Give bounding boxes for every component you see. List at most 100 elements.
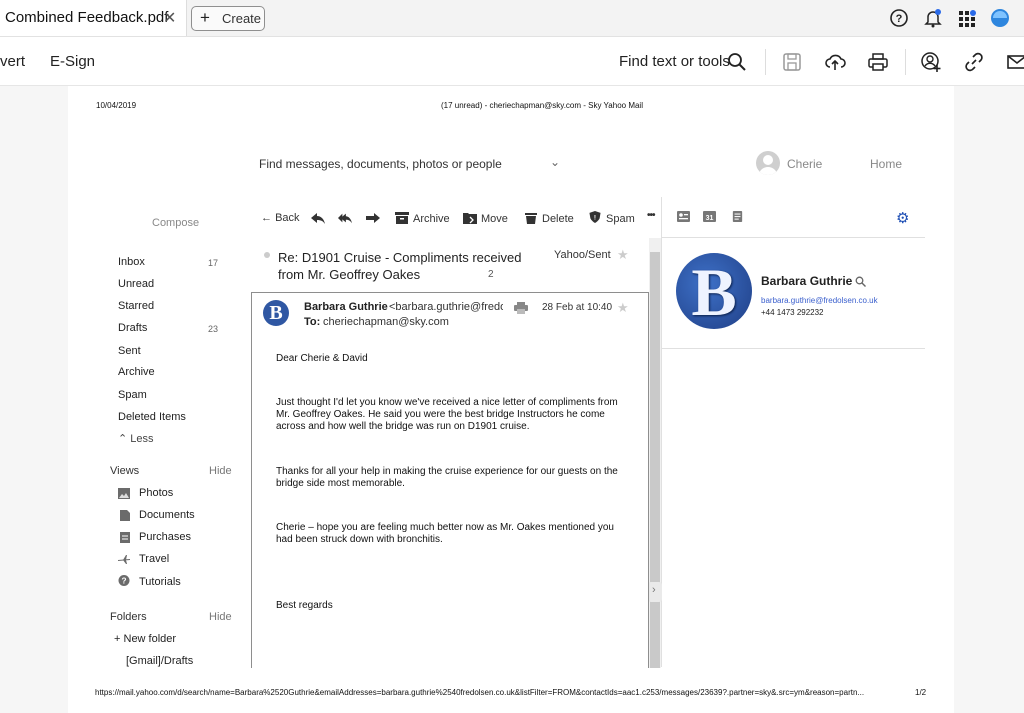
message-paragraph: Just thought I'd let you know we've rece… xyxy=(276,397,618,432)
new-folder-label: New folder xyxy=(123,633,177,645)
receipt-icon xyxy=(120,532,130,543)
close-icon[interactable]: ✕ xyxy=(163,8,176,28)
folders-hide-button[interactable]: Hide xyxy=(209,611,232,623)
toolbar-separator xyxy=(765,49,766,75)
print-message-icon[interactable] xyxy=(514,302,528,314)
nav-item-drafts[interactable]: Drafts xyxy=(118,322,147,334)
user-name[interactable]: Cherie xyxy=(787,157,822,171)
compose-button[interactable]: Compose xyxy=(152,217,199,229)
to-label: To: xyxy=(304,316,321,328)
gear-icon[interactable]: ⚙ xyxy=(896,209,909,227)
nav-item-unread[interactable]: Unread xyxy=(118,278,154,290)
back-label: Back xyxy=(275,212,300,224)
search-icon[interactable] xyxy=(726,51,748,73)
nav-item-sent[interactable]: Sent xyxy=(118,345,141,357)
person-icon xyxy=(759,155,777,175)
back-button[interactable]: ← Back xyxy=(261,212,300,224)
svg-text:31: 31 xyxy=(706,215,714,222)
more-icon[interactable]: ••• xyxy=(647,210,655,221)
nav-count-inbox: 17 xyxy=(208,258,219,268)
move-button[interactable]: Move xyxy=(481,213,508,225)
contact-email[interactable]: barbara.guthrie@fredolsen.co.uk xyxy=(761,296,878,305)
nav-item-inbox[interactable]: Inbox xyxy=(118,256,145,268)
bell-icon[interactable] xyxy=(923,8,943,28)
message-folder-label: Yahoo/Sent xyxy=(554,249,611,261)
create-button-label: Create xyxy=(222,11,262,26)
shield-icon[interactable]: ! xyxy=(588,211,602,223)
convert-tab[interactable]: vert xyxy=(0,53,25,70)
archive-button[interactable]: Archive xyxy=(413,213,450,225)
new-folder-button[interactable]: + New folder xyxy=(114,633,176,645)
sender-name[interactable]: Barbara Guthrie xyxy=(304,301,388,313)
star-icon[interactable]: ★ xyxy=(617,300,629,316)
view-item-purchases[interactable]: Purchases xyxy=(139,531,191,543)
email-icon[interactable] xyxy=(1006,51,1024,73)
view-item-documents[interactable]: Documents xyxy=(139,509,195,521)
home-link[interactable]: Home xyxy=(870,157,902,171)
arrow-left-icon: ← xyxy=(261,212,272,224)
folder-item[interactable]: [Gmail]/Drafts xyxy=(126,655,193,667)
cloud-upload-icon[interactable] xyxy=(824,51,846,73)
message-subject: Re: D1901 Cruise - Compliments received … xyxy=(278,250,522,282)
scrollbar-thumb[interactable] xyxy=(650,252,660,668)
plus-icon: + xyxy=(114,633,121,645)
chevron-down-icon[interactable]: ⌄ xyxy=(550,155,560,169)
sender-email[interactable]: <barbara.guthrie@fredolsen.co.uk> xyxy=(389,301,503,313)
contact-avatar-letter: B xyxy=(691,254,737,329)
archive-icon[interactable] xyxy=(395,212,409,224)
contact-card-icon[interactable] xyxy=(677,211,690,222)
nav-item-archive[interactable]: Archive xyxy=(118,366,155,378)
contact-avatar: B xyxy=(676,253,752,329)
views-hide-button[interactable]: Hide xyxy=(209,465,232,477)
delete-button[interactable]: Delete xyxy=(542,213,574,225)
toolbar-separator xyxy=(905,49,906,75)
nav-count-drafts: 23 xyxy=(208,324,219,334)
calendar-icon[interactable]: 31 xyxy=(703,211,716,222)
move-folder-icon[interactable] xyxy=(463,212,477,224)
less-label: Less xyxy=(130,433,154,445)
link-icon[interactable] xyxy=(963,51,985,73)
view-item-photos[interactable]: Photos xyxy=(139,487,173,499)
mail-search-input[interactable]: Find messages, documents, photos or peop… xyxy=(259,157,502,171)
message-paragraph: Cherie – hope you are feeling much bette… xyxy=(276,522,614,545)
share-user-icon[interactable] xyxy=(920,51,942,73)
less-toggle[interactable]: ⌃ Less xyxy=(118,432,154,445)
document-tab-title: Combined Feedback.pdf xyxy=(5,9,169,26)
contact-panel-divider xyxy=(662,237,925,238)
print-icon[interactable] xyxy=(867,51,889,73)
panel-collapse-handle[interactable]: › xyxy=(648,582,662,602)
folders-heading: Folders xyxy=(110,611,147,623)
plane-icon xyxy=(118,555,130,564)
contact-divider xyxy=(662,348,925,349)
print-footer-page: 1/2 xyxy=(915,688,927,697)
print-header-title: (17 unread) - cheriechapman@sky.com - Sk… xyxy=(441,101,643,110)
star-icon[interactable]: ★ xyxy=(617,247,629,263)
nav-item-deleted[interactable]: Deleted Items xyxy=(118,411,186,423)
search-icon[interactable] xyxy=(855,276,866,287)
create-button[interactable]: + Create xyxy=(191,6,265,31)
trash-icon[interactable] xyxy=(524,212,538,224)
help-circle-icon: ? xyxy=(118,575,130,586)
views-heading: Views xyxy=(110,465,140,477)
recipient-email[interactable]: cheriechapman@sky.com xyxy=(323,316,449,328)
chevron-right-icon: › xyxy=(652,584,656,596)
document-tab[interactable]: Combined Feedback.pdf ✕ xyxy=(0,0,187,36)
nav-item-spam[interactable]: Spam xyxy=(118,389,147,401)
svg-text:!: ! xyxy=(594,214,596,221)
nav-item-starred[interactable]: Starred xyxy=(118,300,154,312)
print-date: 10/04/2019 xyxy=(96,101,137,110)
esign-tab[interactable]: E-Sign xyxy=(50,53,95,70)
view-item-travel[interactable]: Travel xyxy=(139,553,169,565)
profile-avatar-icon[interactable] xyxy=(990,8,1010,28)
apps-grid-icon[interactable] xyxy=(957,8,977,28)
user-avatar[interactable] xyxy=(756,151,780,175)
notepad-icon[interactable] xyxy=(731,211,744,222)
spam-button[interactable]: Spam xyxy=(606,213,635,225)
help-icon[interactable]: ? xyxy=(889,8,909,28)
reply-icon[interactable] xyxy=(311,212,325,224)
view-item-tutorials[interactable]: Tutorials xyxy=(139,576,181,588)
forward-icon[interactable] xyxy=(366,212,380,224)
save-icon[interactable] xyxy=(781,51,803,73)
find-tools-button[interactable]: Find text or tools xyxy=(619,53,730,70)
reply-all-icon[interactable] xyxy=(338,212,352,224)
